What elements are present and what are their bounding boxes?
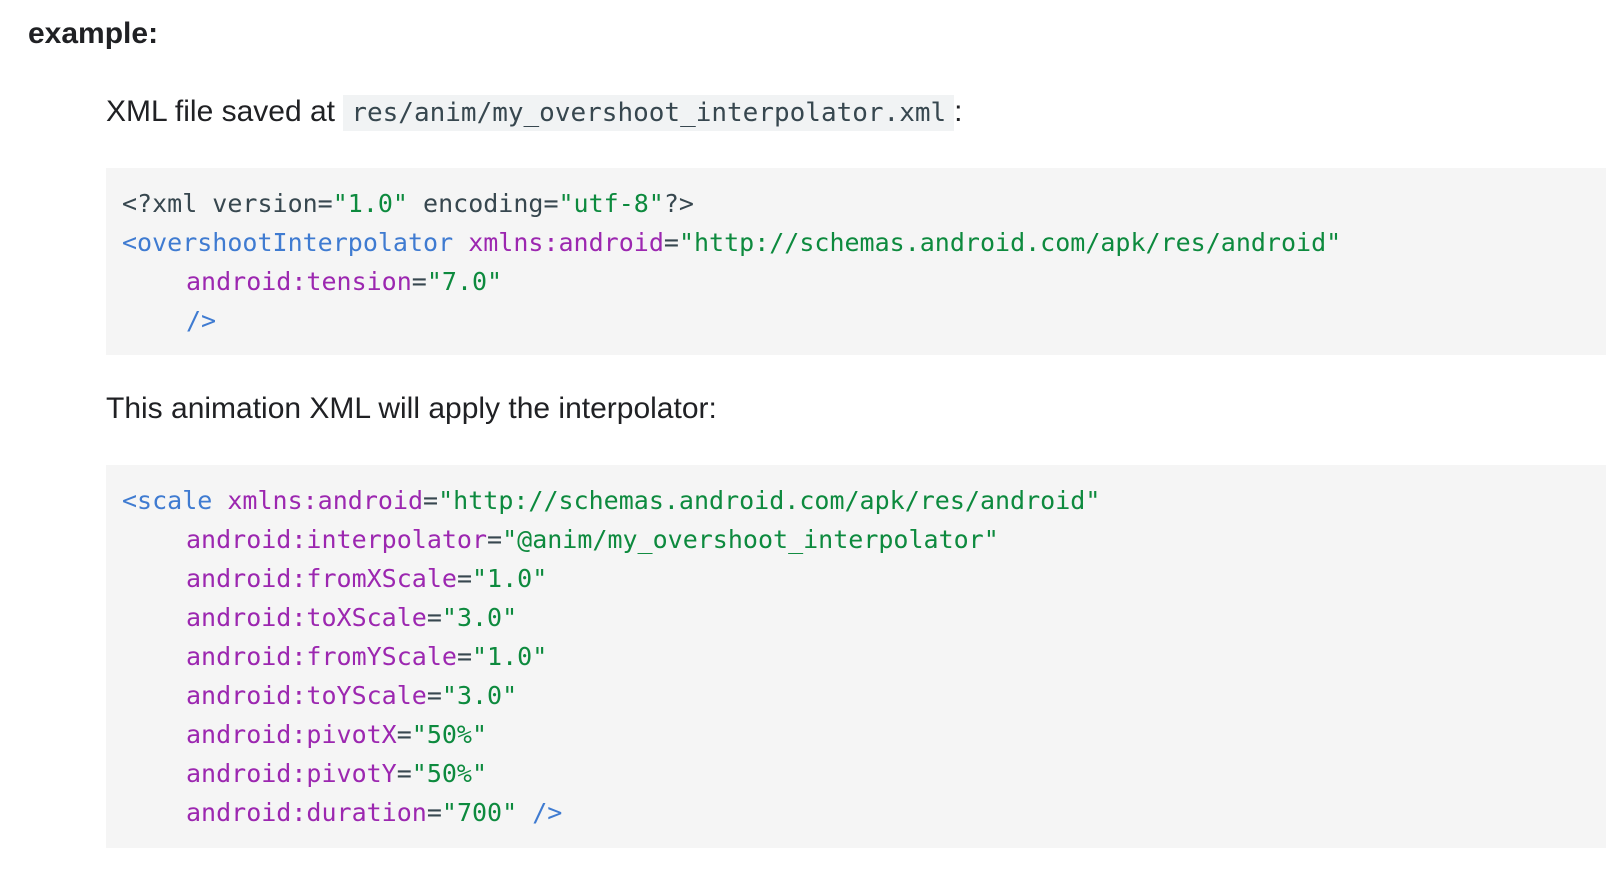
code-attr: android:pivotY [186,759,397,788]
code-line: <scale xmlns:android="http://schemas.and… [122,481,1590,520]
xml-decl-encoding-value: "utf-8" [558,189,664,218]
code-value: "3.0" [441,603,518,632]
animation-paragraph: This animation XML will apply the interp… [106,392,717,425]
code-value: "50%" [411,720,488,749]
code-eq: = [426,681,442,710]
code-line: android:interpolator="@anim/my_overshoot… [122,520,1590,559]
code-eq: = [456,564,472,593]
code-tag: <scale [122,486,213,515]
code-eq: = [411,267,427,296]
code-attr: android:toYScale [186,681,427,710]
code-eq: = [423,486,439,515]
file-path-suffix: : [954,95,963,128]
code-line: <overshootInterpolator xmlns:android="ht… [122,223,1590,262]
interpolator-code-block: <?xml version="1.0" encoding="utf-8"?> <o… [106,168,1606,355]
code-attr: android:duration [186,798,427,827]
code-value: "http://schemas.android.com/apk/res/andr… [678,228,1342,257]
code-attr: android:tension [186,267,412,296]
code-value: "1.0" [472,564,548,593]
code-attr: android:interpolator [186,525,488,554]
code-line: <?xml version="1.0" encoding="utf-8"?> [122,184,1590,223]
xml-decl-version: "1.0" [332,189,408,218]
code-eq: = [663,228,679,257]
animation-code-block: <scale xmlns:android="http://schemas.and… [106,465,1606,848]
code-attr: xmlns:android [468,228,664,257]
code-eq: = [487,525,503,554]
code-attr: xmlns:android [227,486,424,515]
code-line: android:tension="7.0" [122,262,1590,301]
code-line: android:duration="700" /> [122,793,1590,832]
code-eq: = [426,603,442,632]
code-eq: = [396,759,412,788]
code-close-tag: /> [186,306,217,335]
file-path-code: res/anim/my_overshoot_interpolator.xml [343,95,955,131]
code-value: "@anim/my_overshoot_interpolator" [502,525,999,554]
code-value: "700" [441,798,518,827]
code-eq: = [396,720,412,749]
code-attr: android:toXScale [186,603,427,632]
code-value: "7.0" [426,267,503,296]
code-line: android:toXScale="3.0" [122,598,1590,637]
code-value: "1.0" [472,642,548,671]
code-line: android:toYScale="3.0" [122,676,1590,715]
code-value: "3.0" [441,681,518,710]
xml-decl-encoding-attr: encoding= [407,189,559,218]
code-attr: android:pivotX [186,720,397,749]
code-value: "50%" [411,759,488,788]
code-eq: = [456,642,472,671]
code-line: android:pivotX="50%" [122,715,1590,754]
file-path-prefix: XML file saved at [106,95,335,128]
code-close-tag: /> [532,798,563,827]
code-eq: = [426,798,442,827]
xml-decl-open: <?xml version= [122,189,333,218]
code-tag: <overshootInterpolator [122,228,454,257]
xml-decl-close: ?> [663,189,694,218]
code-attr: android:fromXScale [186,564,457,593]
code-line: /> [122,301,1590,340]
code-line: android:fromYScale="1.0" [122,637,1590,676]
file-path-paragraph: XML file saved at res/anim/my_overshoot_… [106,92,963,133]
code-value: "http://schemas.android.com/apk/res/andr… [438,486,1101,515]
code-line: android:fromXScale="1.0" [122,559,1590,598]
section-heading: example: [28,17,159,50]
code-attr: android:fromYScale [186,642,457,671]
code-line: android:pivotY="50%" [122,754,1590,793]
